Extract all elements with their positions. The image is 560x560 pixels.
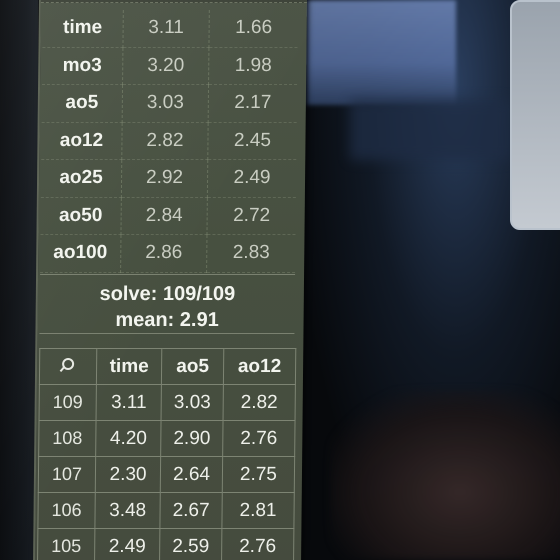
stat-current[interactable]: 3.20 (122, 47, 209, 85)
solve-time[interactable]: 3.11 (96, 384, 162, 421)
solve-time[interactable]: 4.20 (95, 420, 162, 457)
solve-index[interactable]: 108 (38, 420, 97, 457)
solve-ao12[interactable]: 2.82 (222, 384, 296, 421)
stat-best[interactable]: 2.49 (207, 159, 297, 197)
table-row[interactable]: 105 2.49 2.59 2.76 (37, 528, 294, 560)
stat-best[interactable]: 2.45 (207, 122, 297, 160)
stat-current[interactable]: 2.86 (120, 234, 207, 272)
stats-table: time 3.11 1.66 mo3 3.20 1.98 ao5 3.03 2.… (40, 10, 298, 273)
table-row[interactable]: 107 2.30 2.64 2.75 (38, 456, 295, 493)
solve-index[interactable]: 105 (37, 528, 95, 560)
stats-row[interactable]: mo3 3.20 1.98 (42, 47, 298, 85)
solve-ao5[interactable]: 2.67 (160, 492, 223, 529)
window-reflection-lower (350, 100, 510, 160)
stat-current[interactable]: 3.11 (122, 10, 210, 47)
solve-ao12[interactable]: 2.75 (222, 456, 295, 493)
times-header-row: time ao5 ao12 (39, 348, 296, 385)
header-ao12: ao12 (223, 348, 296, 385)
stat-best[interactable]: 1.98 (208, 47, 298, 85)
stats-row[interactable]: ao25 2.92 2.49 (40, 159, 297, 197)
photo-scene: time 3.11 1.66 mo3 3.20 1.98 ao5 3.03 2.… (0, 0, 560, 560)
stats-row[interactable]: ao50 2.84 2.72 (40, 197, 296, 235)
stat-current[interactable]: 3.03 (122, 84, 209, 122)
stats-row[interactable]: ao100 2.86 2.83 (40, 234, 296, 272)
header-ao5: ao5 (161, 348, 224, 385)
stat-current[interactable]: 2.84 (120, 197, 208, 235)
side-device (510, 0, 560, 230)
solve-ao5[interactable]: 2.59 (159, 528, 222, 560)
solve-ao5[interactable]: 2.64 (160, 456, 223, 493)
solve-time[interactable]: 2.30 (95, 456, 161, 493)
stat-label: time (42, 10, 124, 47)
stats-row[interactable]: time 3.11 1.66 (42, 10, 298, 47)
window-reflection (306, 0, 456, 105)
solve-index[interactable]: 109 (39, 384, 97, 421)
stat-label: ao12 (41, 122, 123, 160)
table-row[interactable]: 109 3.11 3.03 2.82 (39, 384, 296, 421)
solve-index[interactable]: 106 (37, 492, 96, 529)
stat-best[interactable]: 1.66 (208, 10, 298, 47)
table-row[interactable]: 106 3.48 2.67 2.81 (37, 492, 295, 529)
times-list-table: time ao5 ao12 109 3.11 3.03 2.82 108 4.2… (37, 348, 296, 560)
stat-label: ao50 (40, 197, 122, 235)
stat-label: ao25 (40, 159, 122, 197)
timer-stats-panel: time 3.11 1.66 mo3 3.20 1.98 ao5 3.03 2.… (32, 0, 308, 560)
stat-label: mo3 (42, 47, 123, 85)
solve-ao5[interactable]: 2.90 (160, 420, 223, 457)
table-row[interactable]: 108 4.20 2.90 2.76 (38, 420, 296, 457)
solve-index[interactable]: 107 (38, 456, 96, 493)
stat-label: ao100 (40, 234, 121, 272)
stat-best[interactable]: 2.17 (208, 84, 298, 122)
solve-count: solve: 109/109 (99, 283, 236, 305)
header-time: time (96, 348, 162, 385)
stat-current[interactable]: 2.82 (121, 122, 209, 160)
stat-best[interactable]: 2.83 (206, 234, 296, 272)
stat-current[interactable]: 2.92 (121, 159, 208, 197)
solve-ao12[interactable]: 2.81 (221, 492, 295, 529)
stat-best[interactable]: 2.72 (206, 197, 296, 235)
solve-time[interactable]: 3.48 (94, 492, 161, 529)
session-summary: solve: 109/109 mean: 2.91 (39, 274, 296, 334)
hand-reflection (330, 390, 560, 560)
stats-row[interactable]: ao5 3.03 2.17 (41, 84, 298, 122)
panel-header-edge (40, 0, 308, 3)
stat-label: ao5 (41, 84, 123, 122)
session-mean: mean: 2.91 (115, 309, 219, 331)
monitor-bezel (0, 0, 38, 560)
search-icon[interactable] (62, 357, 75, 370)
solve-time[interactable]: 2.49 (94, 528, 161, 560)
solve-ao12[interactable]: 2.76 (222, 420, 296, 457)
stats-row[interactable]: ao12 2.82 2.45 (41, 122, 297, 160)
solve-ao12[interactable]: 2.76 (221, 528, 294, 560)
solve-ao5[interactable]: 3.03 (161, 384, 224, 421)
search-column-header[interactable] (39, 348, 97, 385)
